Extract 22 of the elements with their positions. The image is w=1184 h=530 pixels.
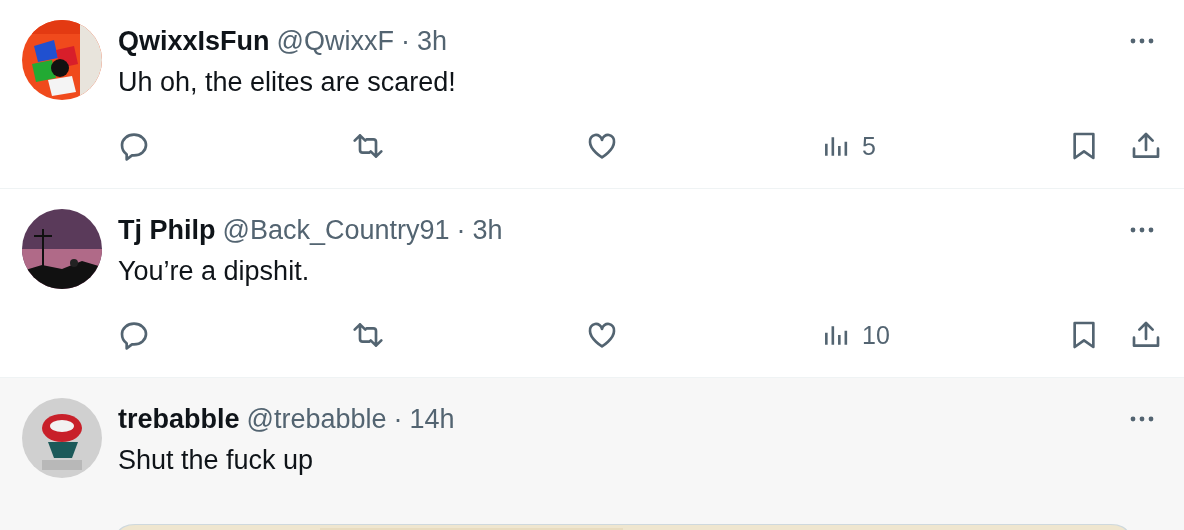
reply-icon[interactable] [118,319,150,351]
post-time[interactable]: 14h [409,403,455,435]
post-time[interactable]: 3h [416,25,447,57]
post-time[interactable]: 3h [472,214,503,246]
more-icon[interactable] [1130,38,1154,44]
view-count[interactable]: 5 [862,131,876,161]
display-name[interactable]: trebabble [118,403,240,435]
reply-text: Shut the fuck up [118,444,315,477]
reply-text: Uh oh, the elites are scared! [118,66,457,99]
user-handle[interactable]: @trebabble [246,403,387,435]
separator-dot: · [393,403,403,435]
more-icon[interactable] [1130,416,1154,422]
display-name[interactable]: QwixxIsFun [118,25,270,57]
user-handle[interactable]: @Back_Country91 [222,214,450,246]
reply-text: You’re a dipshit. [118,255,311,288]
separator-dot: · [400,25,410,57]
view-count[interactable]: 10 [862,320,890,350]
user-handle[interactable]: @QwixxF [276,25,394,57]
display-name[interactable]: Tj Philp [118,214,216,246]
reply-icon[interactable] [118,130,150,162]
more-icon[interactable] [1130,227,1154,233]
separator-dot: · [456,214,466,246]
